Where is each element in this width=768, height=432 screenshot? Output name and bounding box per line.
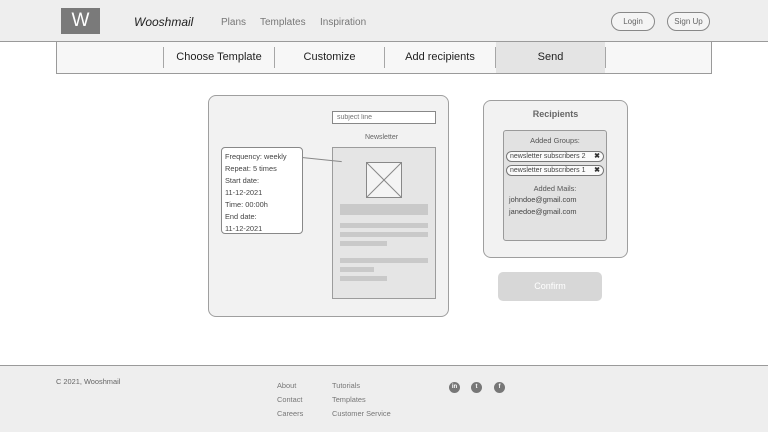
schedule-repeat: Repeat: 5 times [225,164,277,173]
logo[interactable]: W [61,8,100,34]
group-chip[interactable]: newsletter subscribers 2 ✖ [506,151,604,162]
steps-bar: Choose Template Customize Add recipients… [56,42,712,74]
twitter-icon[interactable]: t [471,382,482,393]
text-line-placeholder [340,232,428,237]
added-groups-label: Added Groups: [530,136,580,145]
schedule-end-date: 11-12-2021 [225,224,263,233]
recipients-title: Recipients [532,109,579,119]
footer [0,365,768,432]
copyright: C 2021, Wooshmail [56,377,121,386]
schedule-end-label: End date: [225,212,257,221]
footer-link-about[interactable]: About [277,381,296,390]
nav-inspiration[interactable]: Inspiration [320,17,366,28]
mail-item: janedoe@gmail.com [509,207,577,216]
signup-button[interactable]: Sign Up [667,12,710,31]
group-chip[interactable]: newsletter subscribers 1 ✖ [506,165,604,176]
footer-link-contact[interactable]: Contact [277,395,302,404]
schedule-frequency: Frequency: weekly [225,152,287,161]
mail-item: johndoe@gmail.com [509,195,577,204]
footer-link-customer-service[interactable]: Customer Service [332,409,391,418]
footer-link-templates[interactable]: Templates [332,395,366,404]
remove-icon[interactable]: ✖ [594,152,600,161]
step-divider [605,47,606,68]
text-line-placeholder [340,223,428,228]
group-chip-label: newsletter subscribers 1 [510,167,586,174]
text-line-placeholder [340,267,374,272]
facebook-icon[interactable]: f [494,382,505,393]
schedule-info-box[interactable]: Frequency: weekly Repeat: 5 times Start … [221,147,303,234]
text-line-placeholder [340,276,387,281]
brand-name[interactable]: Wooshmail [134,15,193,29]
step-customize[interactable]: Customize [275,42,384,73]
text-line-placeholder [340,258,428,263]
image-placeholder-icon [366,162,402,198]
step-add-recipients[interactable]: Add recipients [385,42,495,73]
step-send[interactable]: Send [496,42,605,73]
schedule-start-date: 11-12-2021 [225,188,263,197]
nav-plans[interactable]: Plans [221,17,246,28]
newsletter-title: Newsletter [365,134,399,141]
nav-templates[interactable]: Templates [260,17,306,28]
subject-line-input[interactable] [332,111,436,124]
footer-link-tutorials[interactable]: Tutorials [332,381,360,390]
text-line-placeholder [340,241,387,246]
footer-link-careers[interactable]: Careers [277,409,303,418]
schedule-time: Time: 00:00h [225,200,268,209]
confirm-button[interactable]: Confirm [498,272,602,301]
login-button[interactable]: Login [611,12,655,31]
linkedin-icon[interactable]: in [449,382,460,393]
group-chip-label: newsletter subscribers 2 [510,153,586,160]
remove-icon[interactable]: ✖ [594,166,600,175]
heading-placeholder [340,204,428,215]
added-mails-label: Added Mails: [533,184,577,193]
schedule-start-label: Start date: [225,176,260,185]
step-choose-template[interactable]: Choose Template [164,42,274,73]
